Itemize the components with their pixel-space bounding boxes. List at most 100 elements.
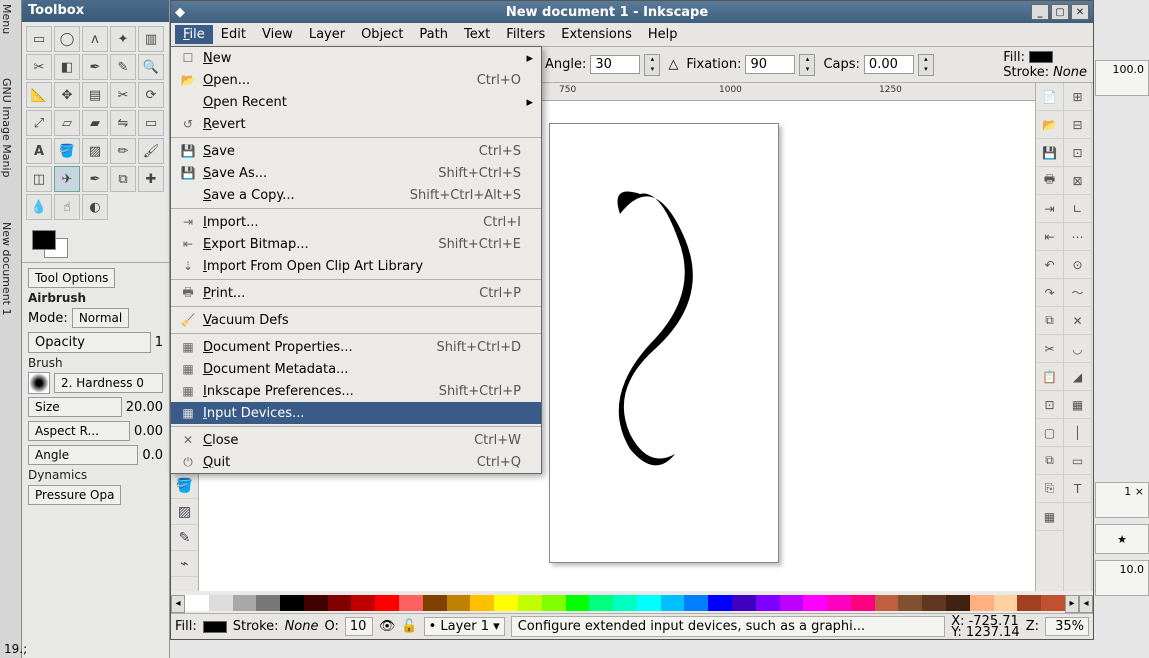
copy-icon[interactable]: ⧉	[1036, 307, 1063, 335]
menu-item-new[interactable]: ☐New▸	[171, 47, 541, 69]
snap-toggle-icon[interactable]: ⊞	[1064, 83, 1091, 111]
group-icon[interactable]: ▦	[1036, 503, 1063, 531]
right-value-2[interactable]: 1 ×	[1095, 482, 1149, 518]
palette-swatch[interactable]	[637, 595, 661, 611]
dynamics-selector[interactable]: Pressure Opa	[28, 485, 121, 505]
palette-swatch[interactable]	[708, 595, 732, 611]
ellipse-select-tool-icon[interactable]: ◯	[54, 26, 80, 52]
dodge-tool-icon[interactable]: ◐	[82, 194, 108, 220]
palette-swatch[interactable]	[185, 595, 209, 611]
palette-swatch[interactable]	[399, 595, 423, 611]
eyedropper-tool-icon[interactable]: ✎	[110, 54, 136, 80]
snap-intersect-icon[interactable]: ✕	[1064, 307, 1091, 335]
menu-file[interactable]: File	[175, 25, 213, 44]
snap-node-icon[interactable]: ⊟	[1064, 111, 1091, 139]
menu-edit[interactable]: Edit	[213, 25, 254, 44]
palette-swatch[interactable]	[351, 595, 375, 611]
menu-item-print-[interactable]: 🖶Print...Ctrl+P	[171, 282, 541, 304]
menu-item-open-recent[interactable]: Open Recent▸	[171, 91, 541, 113]
palette-swatch[interactable]	[1041, 595, 1065, 611]
palette-swatch[interactable]	[970, 595, 994, 611]
snap-cusp-icon[interactable]: ◢	[1064, 363, 1091, 391]
palette-swatch[interactable]	[280, 595, 304, 611]
shear-tool-icon[interactable]: ▱	[54, 110, 80, 136]
palette-swatch[interactable]	[423, 595, 447, 611]
palette-swatch[interactable]	[756, 595, 780, 611]
palette-swatch[interactable]	[922, 595, 946, 611]
fill-swatch[interactable]	[1029, 51, 1053, 63]
palette-swatch[interactable]	[470, 595, 494, 611]
redo-icon[interactable]: ↷	[1036, 279, 1063, 307]
caps-input[interactable]	[864, 55, 914, 74]
clone-icon[interactable]: ⎘	[1036, 475, 1063, 503]
eraser-tool-icon[interactable]: ◫	[26, 166, 52, 192]
foreground-tool-icon[interactable]: ◧	[54, 54, 80, 80]
menu-text[interactable]: Text	[456, 25, 498, 44]
minimize-button[interactable]: _	[1031, 4, 1049, 20]
palette-left-icon[interactable]: ◂	[171, 595, 185, 613]
palette-menu-icon[interactable]: ◂	[1079, 595, 1093, 613]
palette-swatch[interactable]	[256, 595, 280, 611]
text-tool-icon[interactable]: A	[26, 138, 52, 164]
menu-item-save-as-[interactable]: 💾Save As...Shift+Ctrl+S	[171, 162, 541, 184]
wand-tool-icon[interactable]: ✦	[110, 26, 136, 52]
palette-swatch[interactable]	[994, 595, 1018, 611]
snap-center-icon[interactable]: ⊙	[1064, 251, 1091, 279]
new-doc-icon[interactable]: 📄	[1036, 83, 1063, 111]
undo-icon[interactable]: ↶	[1036, 251, 1063, 279]
menu-item-close[interactable]: ✕CloseCtrl+W	[171, 429, 541, 451]
zoom-tool-icon[interactable]: 🔍	[138, 54, 164, 80]
menu-item-vacuum-defs[interactable]: 🧹Vacuum Defs	[171, 309, 541, 331]
palette-swatch[interactable]	[803, 595, 827, 611]
paths-tool-icon[interactable]: ✒	[82, 54, 108, 80]
save-doc-icon[interactable]: 💾	[1036, 139, 1063, 167]
menu-item-save-a-copy-[interactable]: Save a Copy...Shift+Ctrl+Alt+S	[171, 184, 541, 206]
paintbrush-tool-icon[interactable]: 🖌	[138, 138, 164, 164]
dropper-tool-icon[interactable]: ✎	[171, 525, 198, 551]
menu-help[interactable]: Help	[640, 25, 686, 44]
menu-path[interactable]: Path	[411, 25, 456, 44]
taskbar-tab-gimp[interactable]: GNU Image Manip	[0, 74, 13, 178]
gradient-tool-icon[interactable]: ▨	[82, 138, 108, 164]
snap-path-icon[interactable]: 〜	[1064, 279, 1091, 307]
cut-icon[interactable]: ✂	[1036, 335, 1063, 363]
angle-spinner[interactable]: ▴▾	[644, 54, 660, 76]
angle-input[interactable]	[590, 55, 640, 74]
menu-item-import-from-open-clip-art-library[interactable]: ⇣Import From Open Clip Art Library	[171, 255, 541, 277]
snap-smooth-icon[interactable]: ◡	[1064, 335, 1091, 363]
cage-tool-icon[interactable]: ▭	[138, 110, 164, 136]
rect-select-tool-icon[interactable]: ▭	[26, 26, 52, 52]
angle-slider[interactable]: Angle	[28, 445, 138, 465]
taskbar-tab-menu[interactable]: Menu	[0, 0, 13, 34]
duplicate-icon[interactable]: ⧉	[1036, 447, 1063, 475]
snap-mid-icon[interactable]: ⋯	[1064, 223, 1091, 251]
palette-swatch[interactable]	[233, 595, 257, 611]
clone-tool-icon[interactable]: ⧉	[110, 166, 136, 192]
close-button[interactable]: ✕	[1071, 4, 1089, 20]
palette-swatch[interactable]	[542, 595, 566, 611]
menu-view[interactable]: View	[254, 25, 301, 44]
right-value-1[interactable]: 100.0	[1095, 60, 1149, 96]
menu-item-revert[interactable]: ↺Revert	[171, 113, 541, 135]
palette-swatch[interactable]	[304, 595, 328, 611]
layer-lock-icon[interactable]: 🔓	[401, 619, 417, 634]
palette-right-icon[interactable]: ▸	[1065, 595, 1079, 613]
snap-page-icon[interactable]: ▭	[1064, 447, 1091, 475]
bucket-tool-icon[interactable]: 🪣	[171, 473, 198, 499]
bucket-tool-icon[interactable]: 🪣	[54, 138, 80, 164]
gradient-tool-icon[interactable]: ▨	[171, 499, 198, 525]
palette-swatch[interactable]	[1017, 595, 1041, 611]
menu-filters[interactable]: Filters	[498, 25, 553, 44]
palette-swatch[interactable]	[827, 595, 851, 611]
paste-icon[interactable]: 📋	[1036, 363, 1063, 391]
smudge-tool-icon[interactable]: ☝	[54, 194, 80, 220]
aspect-slider[interactable]: Aspect R...	[28, 421, 130, 441]
lasso-tool-icon[interactable]: ʌ	[82, 26, 108, 52]
scale-tool-icon[interactable]: ⤢	[26, 110, 52, 136]
menu-item-quit[interactable]: ⏻QuitCtrl+Q	[171, 451, 541, 473]
perspective-tool-icon[interactable]: ▰	[82, 110, 108, 136]
palette-swatch[interactable]	[732, 595, 756, 611]
rotate-tool-icon[interactable]: ⟳	[138, 82, 164, 108]
fixation-spinner[interactable]: ▴▾	[799, 54, 815, 76]
palette-swatch[interactable]	[898, 595, 922, 611]
